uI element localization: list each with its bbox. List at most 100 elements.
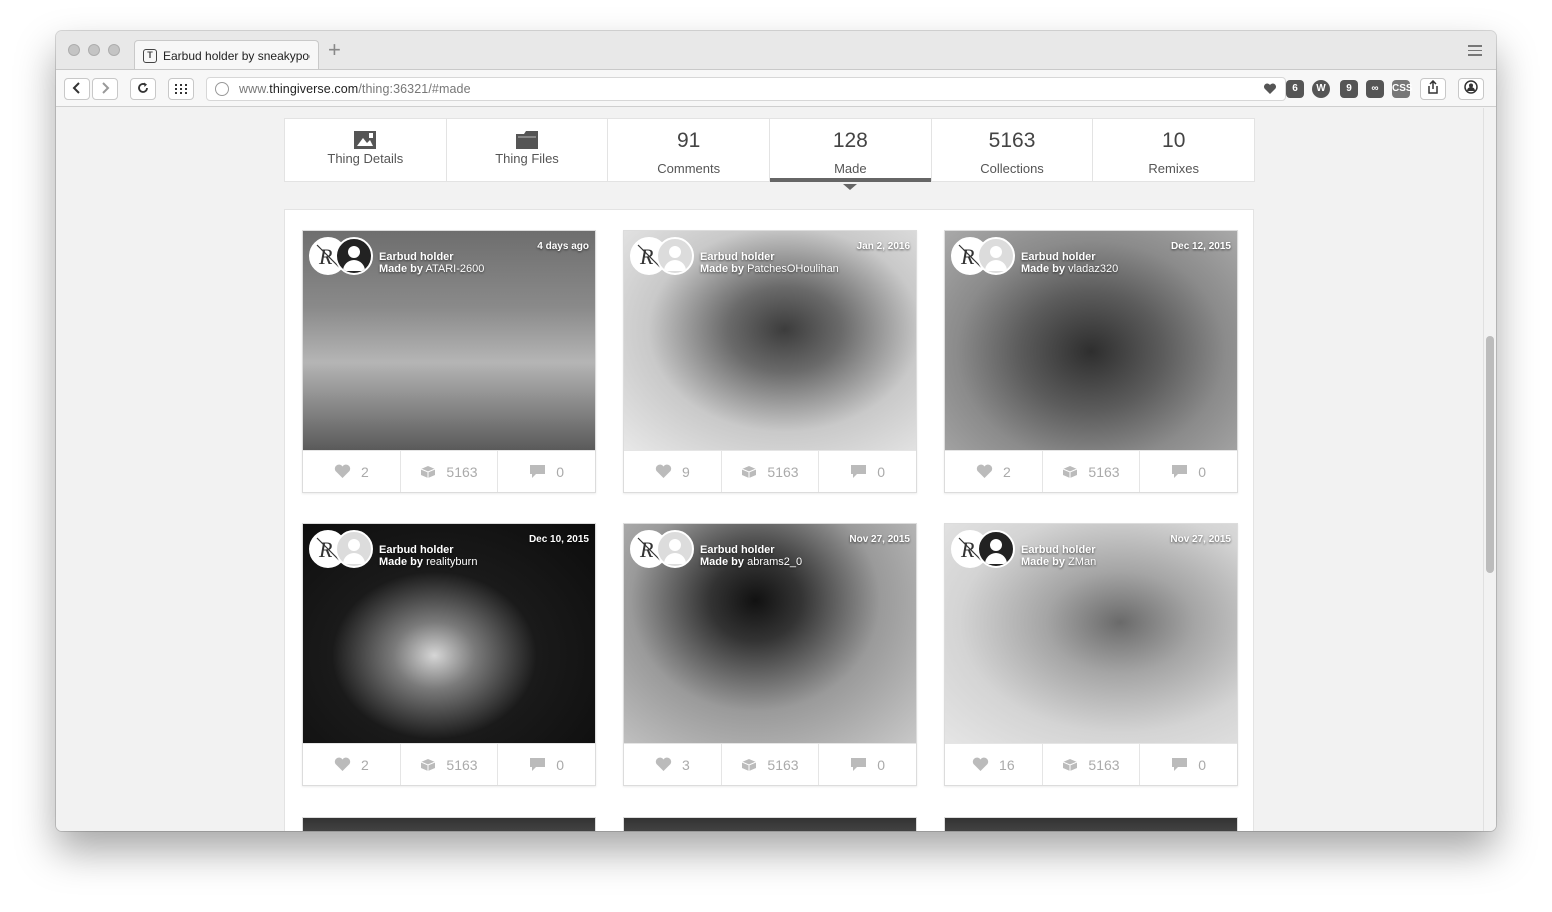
heart-icon[interactable]	[1263, 83, 1277, 95]
make-author[interactable]: Made by PatchesOHoulihan	[700, 263, 839, 275]
apps-grid-button[interactable]	[168, 78, 194, 100]
comment-button[interactable]: 0	[1140, 451, 1237, 492]
make-card-peek[interactable]	[944, 817, 1238, 831]
close-window-button[interactable]	[68, 44, 80, 56]
make-photo[interactable]: R Earbud holder Made by abrams2_0 Nov 27…	[624, 524, 916, 743]
user-avatar[interactable]	[656, 237, 694, 275]
make-author[interactable]: Made by vladaz320	[1021, 263, 1118, 275]
make-card[interactable]: R Earbud holder Made by realityburn Dec …	[302, 523, 596, 786]
page-content: Thing Details Thing Files 91 Comments 12…	[56, 108, 1496, 831]
user-avatar[interactable]	[335, 530, 373, 568]
avatar-pair: R	[951, 530, 1019, 570]
comment-count: 0	[1198, 756, 1207, 773]
like-button[interactable]: 16	[945, 744, 1043, 785]
comment-button[interactable]: 0	[819, 451, 916, 492]
like-button[interactable]: 9	[624, 451, 722, 492]
make-card[interactable]: R Earbud holder Made by vladaz320 Dec 12…	[944, 230, 1238, 493]
make-card-peek[interactable]	[302, 817, 596, 831]
tab-collections[interactable]: 5163 Collections	[932, 119, 1094, 181]
tab-count: 5163	[988, 129, 1036, 152]
make-date: Dec 10, 2015	[528, 534, 589, 545]
maker-username[interactable]: abrams2_0	[747, 556, 802, 568]
make-title: Earbud holder	[1021, 251, 1096, 263]
comment-button[interactable]: 0	[498, 451, 595, 492]
forward-button[interactable]	[92, 78, 118, 100]
maker-username[interactable]: realityburn	[426, 556, 477, 568]
collect-button[interactable]: 5163	[1043, 744, 1141, 785]
collect-button[interactable]: 5163	[1043, 451, 1141, 492]
collect-button[interactable]: 5163	[401, 451, 499, 492]
comment-count: 0	[556, 463, 565, 480]
make-photo[interactable]: R Earbud holder Made by ATARI-2600 4 day…	[303, 231, 595, 450]
make-date: Jan 2, 2016	[856, 241, 910, 252]
like-button[interactable]: 3	[624, 744, 722, 785]
minimize-window-button[interactable]	[88, 44, 100, 56]
glasses-extension-icon[interactable]: ∞	[1366, 80, 1384, 98]
default-user-icon	[343, 539, 365, 564]
tab-made[interactable]: 128 Made	[770, 119, 932, 190]
url-host: thingiverse.com	[269, 82, 359, 96]
share-icon	[1428, 79, 1438, 94]
maker-username[interactable]: ZMan	[1068, 556, 1096, 568]
make-author[interactable]: Made by ATARI-2600	[379, 263, 484, 275]
make-photo[interactable]: R Earbud holder Made by realityburn Dec …	[303, 524, 595, 743]
make-photo[interactable]: R Earbud holder Made by ZMan Nov 27, 201…	[945, 524, 1237, 743]
user-avatar[interactable]	[335, 237, 373, 275]
collect-button[interactable]: 5163	[722, 744, 820, 785]
collection-count: 5163	[446, 463, 478, 480]
avatar-pair: R	[309, 530, 377, 570]
shield-extension-icon[interactable]: 9	[1340, 80, 1358, 98]
zoom-window-button[interactable]	[108, 44, 120, 56]
wordpress-extension-icon[interactable]: W	[1312, 80, 1330, 98]
make-author[interactable]: Made by abrams2_0	[700, 556, 802, 568]
make-card[interactable]: R Earbud holder Made by abrams2_0 Nov 27…	[623, 523, 917, 786]
user-avatar[interactable]	[977, 530, 1015, 568]
make-author[interactable]: Made by realityburn	[379, 556, 477, 568]
reload-button[interactable]	[130, 78, 156, 100]
tab-thing-details[interactable]: Thing Details	[285, 119, 447, 181]
url-prefix: www.	[239, 82, 270, 96]
collect-button[interactable]: 5163	[401, 744, 499, 785]
image-icon	[354, 131, 377, 149]
new-tab-button[interactable]: +	[328, 39, 341, 61]
like-button[interactable]: 2	[303, 744, 401, 785]
make-card-peek[interactable]	[623, 817, 917, 831]
default-user-icon	[664, 539, 686, 564]
tab-remixes[interactable]: 10 Remixes	[1093, 119, 1254, 181]
make-card[interactable]: R Earbud holder Made by ATARI-2600 4 day…	[302, 230, 596, 493]
make-author[interactable]: Made by ZMan	[1021, 556, 1096, 568]
like-button[interactable]: 2	[945, 451, 1043, 492]
browser-toolbar: www.thingiverse.com/thing:36321/#made 6 …	[56, 69, 1496, 107]
like-button[interactable]: 2	[303, 451, 401, 492]
comment-button[interactable]: 0	[1140, 744, 1237, 785]
collection-icon	[742, 758, 757, 771]
tab-comments[interactable]: 91 Comments	[608, 119, 771, 181]
address-bar[interactable]: www.thingiverse.com/thing:36321/#made	[206, 77, 1286, 101]
make-photo[interactable]: R Earbud holder Made by PatchesOHoulihan…	[624, 231, 916, 450]
comment-icon	[1172, 465, 1188, 478]
back-button[interactable]	[64, 78, 90, 100]
collect-button[interactable]: 5163	[722, 451, 820, 492]
comment-button[interactable]: 0	[498, 744, 595, 785]
share-button[interactable]	[1420, 78, 1446, 100]
css-extension-icon[interactable]: CSS	[1392, 80, 1413, 98]
grid-icon	[175, 84, 187, 94]
make-photo[interactable]: R Earbud holder Made by vladaz320 Dec 12…	[945, 231, 1237, 450]
account-button[interactable]	[1458, 78, 1484, 100]
lock-extension-icon[interactable]: 6	[1286, 80, 1304, 98]
globe-icon	[215, 82, 229, 96]
make-card[interactable]: R Earbud holder Made by ZMan Nov 27, 201…	[944, 523, 1238, 786]
tab-overview-icon[interactable]	[1468, 45, 1482, 56]
maker-username[interactable]: PatchesOHoulihan	[747, 263, 839, 275]
avatar-pair: R	[309, 237, 377, 277]
user-avatar[interactable]	[656, 530, 694, 568]
scrollbar-thumb[interactable]	[1486, 336, 1494, 573]
tab-thing-files[interactable]: Thing Files	[447, 119, 609, 181]
maker-username[interactable]: vladaz320	[1068, 263, 1118, 275]
browser-tab[interactable]: T Earbud holder by sneakypoo	[134, 40, 319, 70]
user-avatar[interactable]	[977, 237, 1015, 275]
comment-button[interactable]: 0	[819, 744, 916, 785]
maker-username[interactable]: ATARI-2600	[425, 263, 484, 275]
make-card[interactable]: R Earbud holder Made by PatchesOHoulihan…	[623, 230, 917, 493]
make-stats: 2 5163 0	[303, 450, 595, 492]
